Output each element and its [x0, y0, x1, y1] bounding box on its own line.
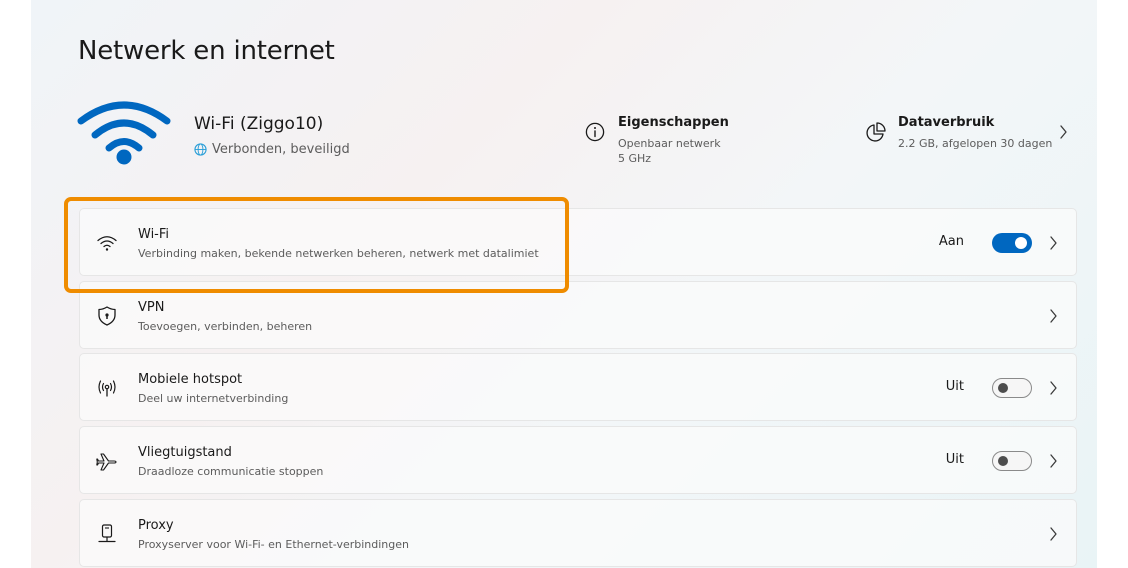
- toggle-knob: [1015, 237, 1027, 249]
- connection-status-text: Verbonden, beveiligd: [212, 142, 350, 157]
- chevron-right-icon: [1050, 527, 1057, 541]
- properties-title: Eigenschappen: [618, 115, 729, 130]
- chevron-right-icon: [1060, 125, 1067, 139]
- connection-status: Verbonden, beveiligd: [194, 142, 350, 157]
- page-title: Netwerk en internet: [78, 36, 335, 66]
- toggle-knob: [998, 383, 1008, 393]
- data-usage-title: Dataverbruik: [898, 115, 995, 130]
- toggle-knob: [998, 456, 1008, 466]
- wifi-settings-card[interactable]: Wi-Fi Verbinding maken, bekende netwerke…: [79, 208, 1077, 276]
- vpn-title: VPN: [138, 300, 165, 315]
- shield-icon: [98, 306, 116, 326]
- properties-band: 5 GHz: [618, 152, 652, 165]
- wifi-large-icon: [77, 101, 171, 165]
- info-icon: [585, 122, 605, 142]
- wifi-subtitle: Verbinding maken, bekende netwerken behe…: [138, 247, 539, 260]
- wifi-title: Wi-Fi: [138, 227, 170, 242]
- vpn-subtitle: Toevoegen, verbinden, beheren: [138, 320, 313, 333]
- proxy-subtitle: Proxyserver voor Wi-Fi- en Ethernet-verb…: [138, 538, 409, 551]
- wifi-state-label: Aan: [938, 234, 964, 249]
- chevron-right-icon: [1050, 236, 1057, 250]
- settings-window: Netwerk en internet Wi-Fi (Ziggo10) Verb…: [31, 0, 1097, 568]
- airplane-title: Vliegtuigstand: [138, 445, 232, 460]
- data-usage-detail: 2.2 GB, afgelopen 30 dagen: [898, 137, 1053, 150]
- chevron-right-icon: [1050, 454, 1057, 468]
- airplane-icon: [96, 453, 117, 471]
- airplane-toggle[interactable]: [992, 451, 1032, 471]
- wifi-toggle[interactable]: [992, 233, 1032, 253]
- airplane-state-label: Uit: [945, 452, 964, 467]
- pie-chart-icon: [866, 122, 886, 142]
- chevron-right-icon: [1050, 309, 1057, 323]
- hotspot-subtitle: Deel uw internetverbinding: [138, 392, 289, 405]
- proxy-title: Proxy: [138, 518, 174, 533]
- connection-name: Wi-Fi (Ziggo10): [194, 114, 324, 134]
- airplane-mode-card[interactable]: Vliegtuigstand Draadloze communicatie st…: [79, 426, 1077, 494]
- chevron-right-icon: [1050, 381, 1057, 395]
- hotspot-settings-card[interactable]: Mobiele hotspot Deel uw internetverbindi…: [79, 353, 1077, 421]
- airplane-subtitle: Draadloze communicatie stoppen: [138, 465, 324, 478]
- properties-network-type: Openbaar netwerk: [618, 137, 721, 150]
- hotspot-state-label: Uit: [945, 379, 964, 394]
- wifi-icon: [97, 236, 117, 251]
- hotspot-icon: [98, 380, 116, 397]
- proxy-settings-card[interactable]: Proxy Proxyserver voor Wi-Fi- en Etherne…: [79, 499, 1077, 567]
- hotspot-title: Mobiele hotspot: [138, 372, 243, 387]
- vpn-settings-card[interactable]: VPN Toevoegen, verbinden, beheren: [79, 281, 1077, 349]
- globe-icon: [194, 143, 207, 156]
- proxy-icon: [98, 524, 116, 543]
- hotspot-toggle[interactable]: [992, 378, 1032, 398]
